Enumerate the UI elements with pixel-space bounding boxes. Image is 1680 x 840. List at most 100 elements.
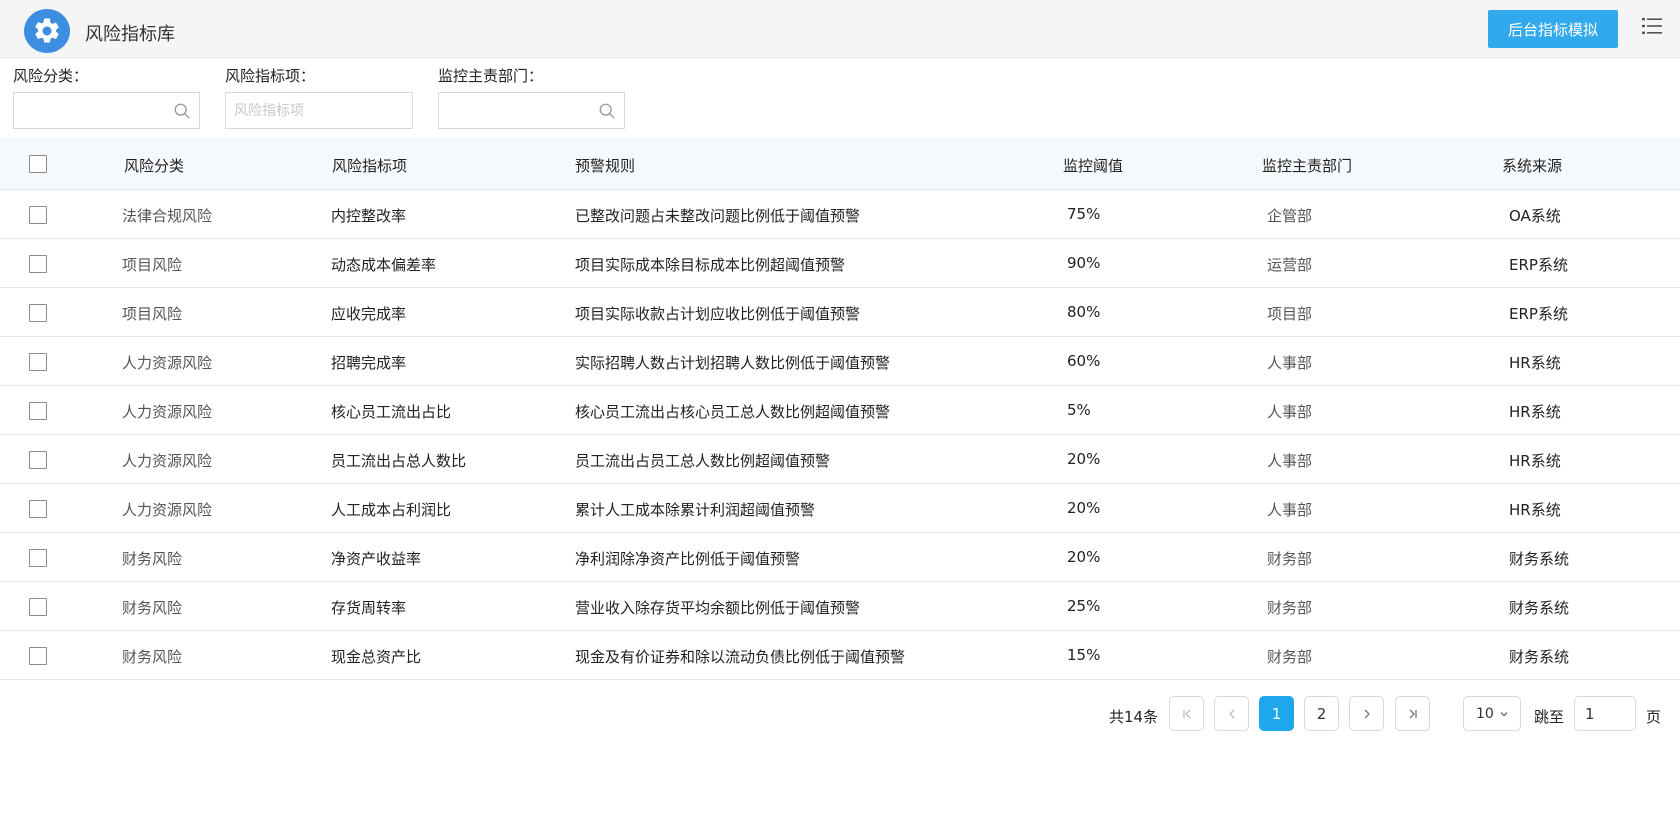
column-header-source[interactable]: 系统来源 (1502, 155, 1562, 176)
cell-source: HR系统 (1509, 403, 1561, 421)
table-row[interactable]: 人力资源风险 员工流出占总人数比 员工流出占员工总人数比例超阈值预警 20% 人… (0, 435, 1680, 484)
cell-rule: 核心员工流出占核心员工总人数比例超阈值预警 (575, 403, 891, 421)
cell-indicator: 应收完成率 (331, 305, 407, 323)
cell-source: HR系统 (1509, 354, 1561, 372)
first-page-icon[interactable] (1169, 696, 1204, 731)
gear-icon[interactable] (24, 9, 70, 53)
cell-threshold: 75% (1067, 205, 1101, 223)
cell-rule: 累计人工成本除累计利润超阈值预警 (575, 501, 816, 519)
cell-department: 人事部 (1267, 452, 1313, 470)
risk-indicator-input[interactable] (226, 93, 412, 128)
cell-indicator: 净资产收益率 (331, 550, 422, 568)
column-header-threshold[interactable]: 监控阈值 (1063, 155, 1123, 176)
list-menu-icon[interactable] (1640, 14, 1664, 38)
risk-indicator-filter[interactable] (225, 92, 413, 129)
cell-category: 法律合规风险 (122, 207, 213, 225)
table-header: 风险分类 风险指标项 预警规则 监控阈值 监控主责部门 系统来源 (0, 138, 1680, 190)
risk-category-input[interactable] (14, 93, 199, 128)
cell-category: 人力资源风险 (122, 501, 213, 519)
cell-department: 运营部 (1267, 256, 1313, 274)
cell-source: 财务系统 (1509, 550, 1570, 568)
cell-department: 财务部 (1267, 550, 1313, 568)
table-row[interactable]: 法律合规风险 内控整改率 已整改问题占未整改问题比例低于阈值预警 75% 企管部… (0, 190, 1680, 239)
row-checkbox[interactable] (29, 598, 47, 616)
cell-threshold: 60% (1067, 352, 1101, 370)
cell-source: OA系统 (1509, 207, 1561, 225)
table-row[interactable]: 人力资源风险 招聘完成率 实际招聘人数占计划招聘人数比例低于阈值预警 60% 人… (0, 337, 1680, 386)
cell-department: 企管部 (1267, 207, 1313, 225)
row-checkbox[interactable] (29, 304, 47, 322)
cell-rule: 项目实际收款占计划应收比例低于阈值预警 (575, 305, 861, 323)
cell-rule: 现金及有价证券和除以流动负债比例低于阈值预警 (575, 648, 906, 666)
row-checkbox[interactable] (29, 402, 47, 420)
app-header: 风险指标库 后台指标模拟 (0, 0, 1680, 58)
cell-indicator: 人工成本占利润比 (331, 501, 452, 519)
cell-rule: 净利润除净资产比例低于阈值预警 (575, 550, 801, 568)
row-checkbox[interactable] (29, 500, 47, 518)
row-checkbox[interactable] (29, 206, 47, 224)
row-checkbox[interactable] (29, 549, 47, 567)
table-row[interactable]: 项目风险 应收完成率 项目实际收款占计划应收比例低于阈值预警 80% 项目部 E… (0, 288, 1680, 337)
risk-category-label: 风险分类： (13, 67, 89, 85)
page-title: 风险指标库 (85, 24, 175, 45)
column-header-department[interactable]: 监控主责部门 (1262, 155, 1352, 176)
chevron-down-icon (1500, 711, 1508, 716)
cell-threshold: 80% (1067, 303, 1101, 321)
total-count: 共14条 (1109, 708, 1159, 726)
cell-rule: 已整改问题占未整改问题比例低于阈值预警 (575, 207, 861, 225)
next-page-icon[interactable] (1349, 696, 1384, 731)
row-checkbox[interactable] (29, 255, 47, 273)
risk-category-filter[interactable] (13, 92, 200, 129)
row-checkbox[interactable] (29, 451, 47, 469)
cell-rule: 实际招聘人数占计划招聘人数比例低于阈值预警 (575, 354, 891, 372)
backend-simulation-button[interactable]: 后台指标模拟 (1488, 10, 1618, 48)
table-body: 法律合规风险 内控整改率 已整改问题占未整改问题比例低于阈值预警 75% 企管部… (0, 190, 1680, 680)
cell-department: 人事部 (1267, 403, 1313, 421)
select-all-checkbox[interactable] (29, 155, 47, 173)
cell-source: 财务系统 (1509, 648, 1570, 666)
cell-department: 财务部 (1267, 599, 1313, 617)
cell-threshold: 20% (1067, 548, 1101, 566)
page-size-select[interactable]: 10 (1463, 696, 1521, 731)
table-row[interactable]: 财务风险 存货周转率 营业收入除存货平均余额比例低于阈值预警 25% 财务部 财… (0, 582, 1680, 631)
column-header-indicator[interactable]: 风险指标项 (332, 155, 407, 176)
cell-indicator: 动态成本偏差率 (331, 256, 437, 274)
department-filter[interactable] (438, 92, 625, 129)
table-row[interactable]: 人力资源风险 人工成本占利润比 累计人工成本除累计利润超阈值预警 20% 人事部… (0, 484, 1680, 533)
cell-threshold: 20% (1067, 499, 1101, 517)
row-checkbox[interactable] (29, 353, 47, 371)
column-header-category[interactable]: 风险分类 (124, 155, 184, 176)
last-page-icon[interactable] (1395, 696, 1430, 731)
page-button-1[interactable]: 1 (1259, 696, 1294, 731)
table-row[interactable]: 人力资源风险 核心员工流出占比 核心员工流出占核心员工总人数比例超阈值预警 5%… (0, 386, 1680, 435)
cell-category: 财务风险 (122, 648, 183, 666)
column-header-rule[interactable]: 预警规则 (575, 155, 635, 176)
jump-page-input[interactable] (1574, 696, 1636, 731)
cell-category: 项目风险 (122, 305, 183, 323)
cell-indicator: 招聘完成率 (331, 354, 407, 372)
cell-rule: 项目实际成本除目标成本比例超阈值预警 (575, 256, 846, 274)
cell-department: 人事部 (1267, 354, 1313, 372)
cell-indicator: 核心员工流出占比 (331, 403, 452, 421)
cell-source: ERP系统 (1509, 305, 1568, 323)
table-row[interactable]: 财务风险 净资产收益率 净利润除净资产比例低于阈值预警 20% 财务部 财务系统 (0, 533, 1680, 582)
cell-category: 财务风险 (122, 599, 183, 617)
cell-category: 人力资源风险 (122, 354, 213, 372)
page-button-2[interactable]: 2 (1304, 696, 1339, 731)
search-icon[interactable] (173, 102, 191, 120)
page-size-value: 10 (1476, 705, 1494, 722)
cell-rule: 员工流出占员工总人数比例超阈值预警 (575, 452, 831, 470)
cell-source: ERP系统 (1509, 256, 1568, 274)
department-input[interactable] (439, 93, 624, 128)
row-checkbox[interactable] (29, 647, 47, 665)
table-row[interactable]: 财务风险 现金总资产比 现金及有价证券和除以流动负债比例低于阈值预警 15% 财… (0, 631, 1680, 680)
search-icon[interactable] (598, 102, 616, 120)
cell-source: HR系统 (1509, 452, 1561, 470)
page-suffix: 页 (1646, 708, 1662, 726)
cell-category: 财务风险 (122, 550, 183, 568)
risk-indicator-table: 风险分类 风险指标项 预警规则 监控阈值 监控主责部门 系统来源 法律合规风险 … (0, 138, 1680, 680)
department-label: 监控主责部门： (438, 67, 544, 85)
prev-page-icon[interactable] (1214, 696, 1249, 731)
table-row[interactable]: 项目风险 动态成本偏差率 项目实际成本除目标成本比例超阈值预警 90% 运营部 … (0, 239, 1680, 288)
cell-indicator: 内控整改率 (331, 207, 407, 225)
